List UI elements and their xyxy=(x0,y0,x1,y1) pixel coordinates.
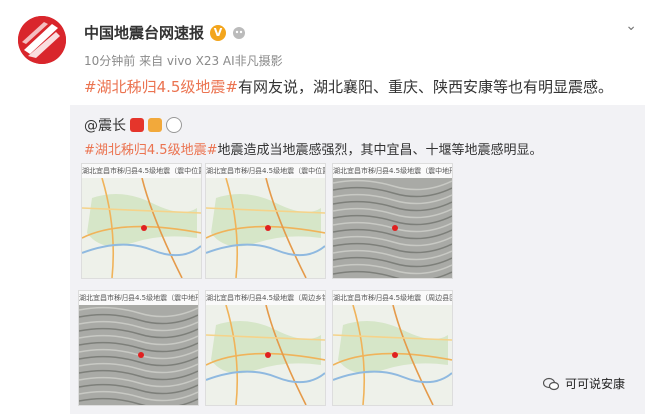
map-title: 湖北宜昌市秭归县4.5级地震（震中位置） xyxy=(206,164,325,178)
map-title: 湖北宜昌市秭归县4.5级地震（震中位置） xyxy=(82,164,201,178)
member-icon xyxy=(233,26,246,39)
repost-image-6[interactable]: 湖北宜昌市秭归县4.5级地震（周边县区） xyxy=(332,290,453,406)
watermark-text: 可可说安康 xyxy=(565,377,626,391)
terrain-map-image xyxy=(333,178,452,278)
author-row: 中国地震台网速报 V xyxy=(84,22,246,43)
repost-author-row: @震长 xyxy=(84,115,182,135)
level-icon xyxy=(148,118,162,132)
repost-body: #湖北秭归4.5级地震#地震造成当地震感强烈，其中宜昌、十堰等地震感明显。 xyxy=(84,139,635,158)
road-map-image xyxy=(82,178,201,278)
road-map-image xyxy=(206,305,325,405)
watermark: 可可说安康 xyxy=(543,375,625,392)
wechat-icon xyxy=(543,377,559,390)
epicenter-marker xyxy=(392,352,398,358)
epicenter-marker xyxy=(392,225,398,231)
post-text: 有网友说，湖北襄阳、重庆、陕西安康等也有明显震感。 xyxy=(238,78,614,96)
epicenter-marker xyxy=(138,352,144,358)
panda-icon xyxy=(166,117,182,133)
epicenter-marker xyxy=(265,225,271,231)
repost-author[interactable]: @震长 xyxy=(84,115,126,135)
repost-image-5[interactable]: 湖北宜昌市秭归县4.5级地震（周边乡镇） xyxy=(205,290,326,406)
post-hashtag[interactable]: #湖北秭归4.5级地震# xyxy=(84,78,238,96)
post-meta: 10分钟前 来自 vivo X23 AI非凡摄影 xyxy=(84,54,283,68)
road-map-image xyxy=(333,305,452,405)
map-title: 湖北宜昌市秭归县4.5级地震（周边乡镇） xyxy=(206,291,325,305)
repost-hashtag[interactable]: #湖北秭归4.5级地震# xyxy=(84,143,217,158)
repost-image-1[interactable]: 湖北宜昌市秭归县4.5级地震（震中位置） xyxy=(81,163,202,279)
repost-card[interactable]: @震长 #湖北秭归4.5级地震#地震造成当地震感强烈，其中宜昌、十堰等地震感明显… xyxy=(70,105,645,414)
verified-icon xyxy=(130,118,144,132)
author-name[interactable]: 中国地震台网速报 xyxy=(84,22,204,43)
epicenter-marker xyxy=(141,225,147,231)
logo-icon xyxy=(18,16,66,64)
chevron-down-icon[interactable]: ⌄ xyxy=(625,18,637,34)
post-body: #湖北秭归4.5级地震#有网友说，湖北襄阳、重庆、陕西安康等也有明显震感。 xyxy=(84,76,625,98)
terrain-map-image xyxy=(79,305,198,405)
author-avatar[interactable] xyxy=(18,16,66,64)
map-title: 湖北宜昌市秭归县4.5级地震（周边县区） xyxy=(333,291,452,305)
epicenter-marker xyxy=(265,352,271,358)
repost-text: 地震造成当地震感强烈，其中宜昌、十堰等地震感明显。 xyxy=(217,143,543,158)
repost-image-2[interactable]: 湖北宜昌市秭归县4.5级地震（震中位置） xyxy=(205,163,326,279)
repost-image-4[interactable]: 湖北宜昌市秭归县4.5级地震（震中地形） xyxy=(78,290,199,406)
map-title: 湖北宜昌市秭归县4.5级地震（震中地形） xyxy=(79,291,198,305)
verified-badge-icon: V xyxy=(210,24,227,41)
repost-image-3[interactable]: 湖北宜昌市秭归县4.5级地震（震中地形） xyxy=(332,163,453,279)
road-map-image xyxy=(206,178,325,278)
map-title: 湖北宜昌市秭归县4.5级地震（震中地形） xyxy=(333,164,452,178)
